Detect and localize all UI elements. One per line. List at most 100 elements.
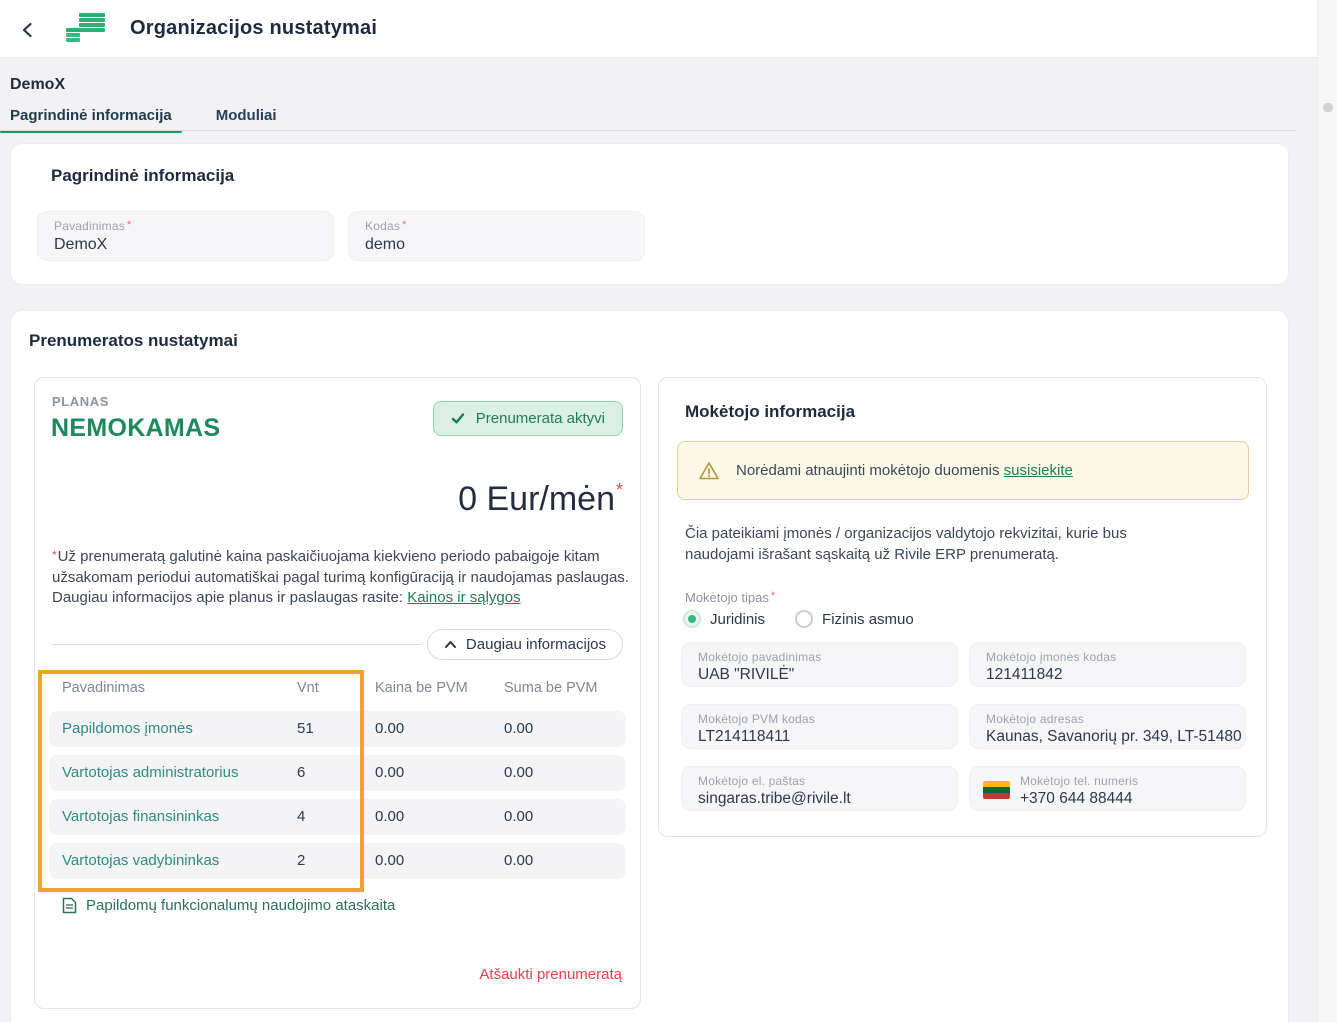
button-label: Daugiau informacijos	[466, 636, 606, 653]
warning-text: Norėdami atnaujinti mokėtojo duomenis su…	[736, 462, 1073, 479]
payer-warning: Norėdami atnaujinti mokėtojo duomenis su…	[677, 441, 1249, 500]
payer-email-field[interactable]: Mokėtojo el. paštas singaras.tribe@rivil…	[681, 766, 958, 811]
radio-fizinis-asmuo[interactable]: Fizinis asmuo	[795, 610, 914, 628]
row-sum: 0.00	[504, 764, 533, 781]
chevron-left-icon	[18, 20, 38, 40]
row-name: Vartotojas vadybininkas	[62, 852, 219, 869]
field-label: Mokėtojo pavadinimas	[698, 650, 943, 664]
plan-panel: PLANAS NEMOKAMAS Prenumerata aktyvi 0 Eu…	[34, 377, 641, 1009]
topbar: Organizacijos nustatymai	[0, 0, 1317, 58]
col-pavadinimas: Pavadinimas	[62, 680, 145, 696]
field-value: demo	[365, 236, 630, 254]
table-row: Papildomos įmonės 51 0.00 0.00	[49, 711, 626, 747]
row-price: 0.00	[375, 808, 404, 825]
scrollbar-thumb[interactable]	[1323, 103, 1333, 112]
payer-type-radios: Juridinis Fizinis asmuo	[683, 610, 914, 628]
tab-label: Pagrindinė informacija	[10, 107, 172, 124]
back-button[interactable]	[14, 17, 42, 43]
price-asterisk: *	[616, 480, 623, 500]
row-name: Vartotojas finansininkas	[62, 808, 219, 825]
field-value: +370 644 88444	[1020, 790, 1231, 808]
note-asterisk: *	[52, 548, 57, 562]
field-value: 121411842	[986, 666, 1231, 684]
tab-label: Moduliai	[216, 107, 277, 124]
field-value: UAB "RIVILĖ"	[698, 666, 943, 684]
field-value: singaras.tribe@rivile.lt	[698, 790, 943, 808]
row-sum: 0.00	[504, 808, 533, 825]
warning-icon	[698, 461, 720, 481]
tabs-divider	[0, 130, 1296, 131]
row-qty: 4	[297, 808, 305, 825]
field-value: LT214118411	[698, 728, 943, 746]
required-mark: *	[402, 219, 406, 231]
field-value: DemoX	[54, 236, 319, 254]
plan-name: NEMOKAMAS	[51, 414, 220, 443]
payer-phone-field[interactable]: Mokėtojo tel. numeris +370 644 88444	[969, 766, 1246, 811]
cancel-subscription-link[interactable]: Atšaukti prenumeratą	[479, 966, 622, 983]
field-label: Mokėtojo įmonės kodas	[986, 650, 1231, 664]
row-qty: 2	[297, 852, 305, 869]
tabs: Pagrindinė informacija Moduliai	[0, 103, 311, 131]
row-name: Vartotojas administratorius	[62, 764, 238, 781]
payer-vat-code-field[interactable]: Mokėtojo PVM kodas LT214118411	[681, 704, 958, 749]
chevron-up-icon	[444, 640, 457, 649]
document-icon	[62, 897, 77, 914]
required-mark: *	[771, 590, 775, 602]
pricing-terms-link[interactable]: Kainos ir sąlygos	[407, 589, 520, 606]
field-label: Pavadinimas*	[54, 219, 319, 233]
col-suma: Suma be PVM	[504, 680, 598, 696]
code-field[interactable]: Kodas* demo	[348, 211, 645, 261]
subscription-status-badge: Prenumerata aktyvi	[433, 401, 623, 436]
table-row: Vartotojas finansininkas 4 0.00 0.00	[49, 799, 626, 835]
field-value: Kaunas, Savanorių pr. 349, LT-51480	[986, 728, 1231, 746]
plan-label: PLANAS	[52, 394, 109, 409]
required-mark: *	[127, 219, 131, 231]
name-field[interactable]: Pavadinimas* DemoX	[37, 211, 334, 261]
card-title: Prenumeratos nustatymai	[29, 331, 238, 351]
payer-company-code-field[interactable]: Mokėtojo įmonės kodas 121411842	[969, 642, 1246, 687]
general-info-card: Pagrindinė informacija Pavadinimas* Demo…	[10, 143, 1289, 285]
radio-label: Fizinis asmuo	[822, 611, 914, 628]
divider	[52, 644, 422, 645]
payer-title: Mokėtojo informacija	[685, 402, 855, 422]
plan-price: 0 Eur/mėn*	[458, 480, 623, 519]
payer-name-field[interactable]: Mokėtojo pavadinimas UAB "RIVILĖ"	[681, 642, 958, 687]
row-price: 0.00	[375, 720, 404, 737]
field-label: Mokėtojo tel. numeris	[1020, 774, 1231, 788]
organization-settings-page: Organizacijos nustatymai DemoX Pagrindin…	[0, 0, 1337, 1022]
radio-juridinis[interactable]: Juridinis	[683, 610, 765, 628]
subscription-card: Prenumeratos nustatymai PLANAS NEMOKAMAS…	[10, 310, 1289, 1022]
page-title: Organizacijos nustatymai	[130, 17, 377, 40]
row-qty: 6	[297, 764, 305, 781]
tab-moduliai[interactable]: Moduliai	[206, 103, 287, 131]
row-sum: 0.00	[504, 852, 533, 869]
field-label: Mokėtojo adresas	[986, 712, 1231, 726]
tab-pagrindine-informacija[interactable]: Pagrindinė informacija	[0, 103, 182, 131]
table-row: Vartotojas administratorius 6 0.00 0.00	[49, 755, 626, 791]
plan-note: *Už prenumeratą galutinė kaina paskaičiu…	[52, 547, 632, 609]
row-name: Papildomos įmonės	[62, 720, 193, 737]
usage-report-link[interactable]: Papildomų funkcionalumų naudojimo ataska…	[62, 897, 395, 914]
field-label: Mokėtojo PVM kodas	[698, 712, 943, 726]
check-icon	[451, 412, 465, 425]
payer-description: Čia pateikiami įmonės / organizacijos va…	[685, 523, 1155, 566]
radio-selected-icon	[683, 610, 701, 628]
row-qty: 51	[297, 720, 314, 737]
badge-label: Prenumerata aktyvi	[476, 410, 605, 427]
payer-panel: Mokėtojo informacija Norėdami atnaujinti…	[658, 377, 1267, 837]
vertical-scrollbar[interactable]	[1317, 0, 1337, 1022]
lithuania-flag-icon	[983, 781, 1010, 799]
link-label: Papildomų funkcionalumų naudojimo ataska…	[86, 897, 395, 914]
row-price: 0.00	[375, 852, 404, 869]
contact-link[interactable]: susisiekite	[1004, 462, 1073, 479]
payer-address-field[interactable]: Mokėtojo adresas Kaunas, Savanorių pr. 3…	[969, 704, 1246, 749]
payer-type-label: Mokėtojo tipas*	[685, 590, 775, 605]
table-row: Vartotojas vadybininkas 2 0.00 0.00	[49, 843, 626, 879]
more-info-button[interactable]: Daugiau informacijos	[427, 629, 623, 660]
field-label: Mokėtojo el. paštas	[698, 774, 943, 788]
card-title: Pagrindinė informacija	[51, 166, 234, 186]
col-kaina: Kaina be PVM	[375, 680, 468, 696]
field-label: Kodas*	[365, 219, 630, 233]
org-name: DemoX	[10, 76, 65, 94]
radio-label: Juridinis	[710, 611, 765, 628]
